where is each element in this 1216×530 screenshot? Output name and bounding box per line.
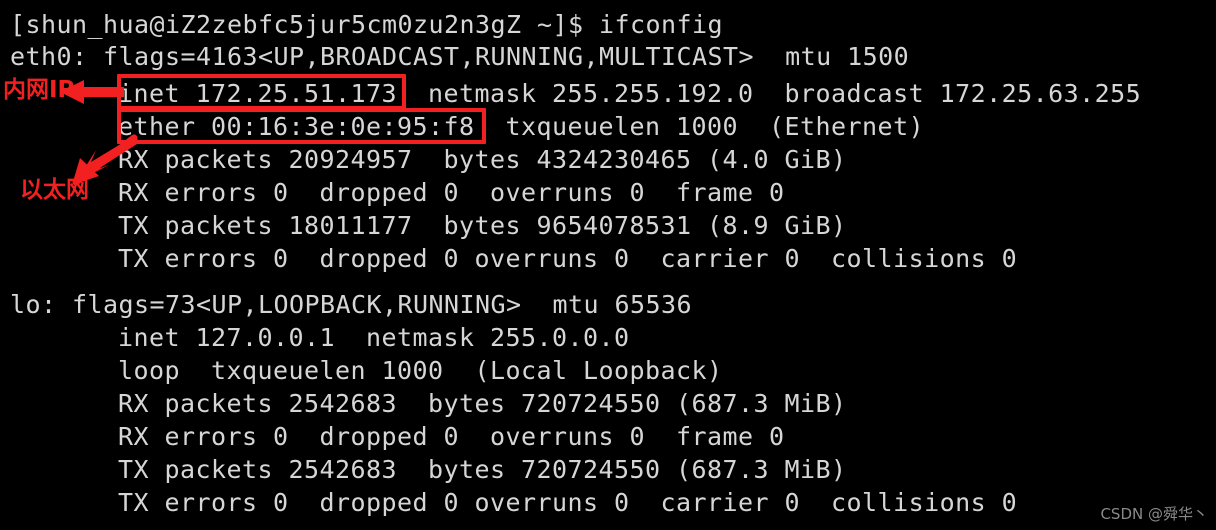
terminal-line-eth0-rx-errors: RX errors 0 dropped 0 overruns 0 frame 0 bbox=[118, 178, 785, 207]
terminal-line-eth0-tx-errors: TX errors 0 dropped 0 overruns 0 carrier… bbox=[118, 244, 1018, 273]
terminal-line-lo-loop: loop txqueuelen 1000 (Local Loopback) bbox=[118, 356, 723, 385]
csdn-watermark: CSDN @舜华丶 bbox=[1100, 505, 1208, 523]
terminal-line-eth0-ether: ether 00:16:3e:0e:95:f8 txqueuelen 1000 … bbox=[118, 112, 925, 141]
terminal-line-lo-rx-errors: RX errors 0 dropped 0 overruns 0 frame 0 bbox=[118, 422, 785, 451]
terminal-line-lo-inet: inet 127.0.0.1 netmask 255.0.0.0 bbox=[118, 323, 630, 352]
terminal-line-lo-tx-errors: TX errors 0 dropped 0 overruns 0 carrier… bbox=[118, 488, 1018, 517]
terminal-line-eth0-flags: eth0: flags=4163<UP,BROADCAST,RUNNING,MU… bbox=[10, 42, 910, 71]
terminal-line-lo-rx-packets: RX packets 2542683 bytes 720724550 (687.… bbox=[118, 389, 847, 418]
terminal-screenshot: [shun_hua@iZ2zebfc5jur5cm0zu2n3gZ ~]$ if… bbox=[0, 0, 1216, 530]
shell-prompt-line: [shun_hua@iZ2zebfc5jur5cm0zu2n3gZ ~]$ if… bbox=[10, 10, 724, 39]
terminal-line-eth0-rx-packets: RX packets 20924957 bytes 4324230465 (4.… bbox=[118, 145, 847, 174]
terminal-line-eth0-inet: inet 172.25.51.173 netmask 255.255.192.0… bbox=[118, 79, 1142, 108]
terminal-line-lo-flags: lo: flags=73<UP,LOOPBACK,RUNNING> mtu 65… bbox=[10, 290, 693, 319]
terminal-line-eth0-tx-packets: TX packets 18011177 bytes 9654078531 (8.… bbox=[118, 211, 847, 240]
terminal-output[interactable]: [shun_hua@iZ2zebfc5jur5cm0zu2n3gZ ~]$ if… bbox=[0, 0, 1216, 530]
terminal-line-lo-tx-packets: TX packets 2542683 bytes 720724550 (687.… bbox=[118, 455, 847, 484]
